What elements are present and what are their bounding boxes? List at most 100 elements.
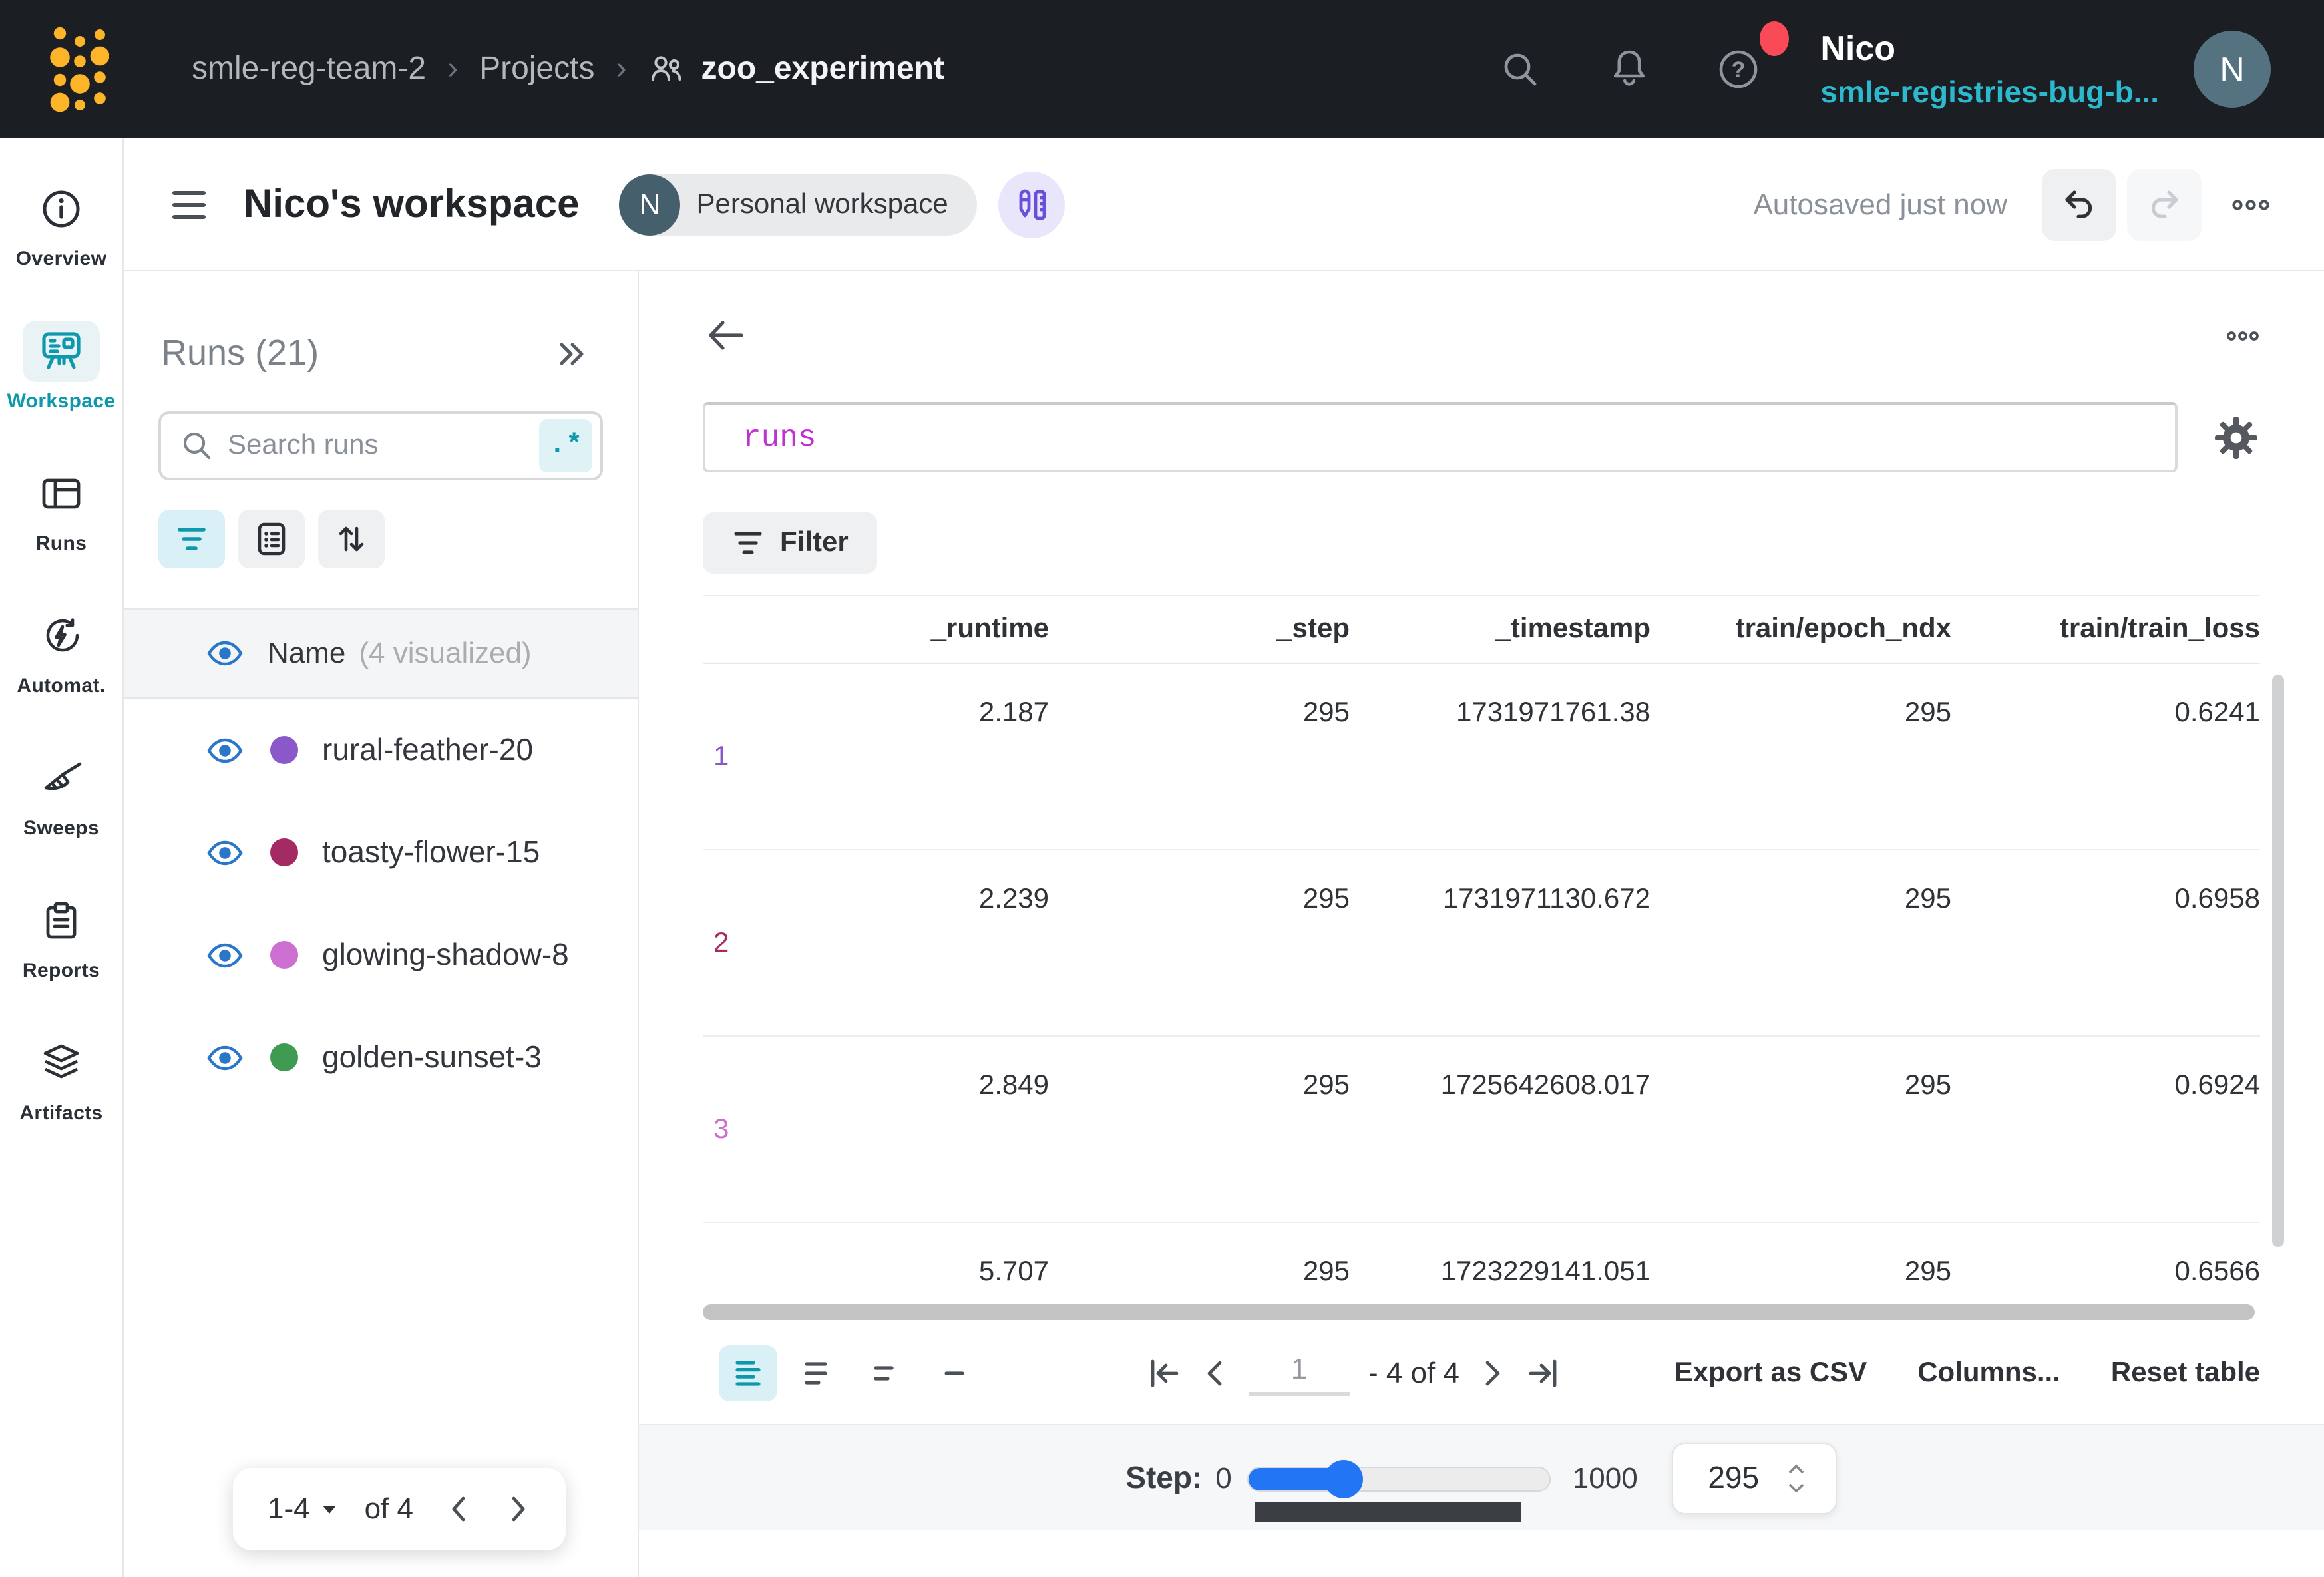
eye-icon[interactable]: [206, 839, 244, 866]
filter-lines-icon: [732, 528, 764, 558]
row-index[interactable]: 1: [703, 664, 788, 849]
table-overflow-menu-icon[interactable]: [2226, 328, 2260, 343]
regex-toggle-button[interactable]: .*: [539, 419, 592, 472]
sidebar-item-runs[interactable]: Runs: [23, 463, 100, 555]
column-header-timestamp[interactable]: _timestamp: [1350, 613, 1650, 645]
sidebar-item-automations[interactable]: Automat.: [17, 606, 105, 697]
reset-table-button[interactable]: Reset table: [2111, 1357, 2260, 1389]
row-index[interactable]: 3: [703, 1037, 788, 1222]
eye-icon[interactable]: [206, 1044, 244, 1071]
run-name[interactable]: golden-sunset-3: [322, 1039, 542, 1075]
slider-track[interactable]: [1248, 1466, 1551, 1491]
column-header-step[interactable]: _step: [1049, 613, 1350, 645]
breadcrumb-projects[interactable]: Projects: [479, 51, 594, 88]
help-icon[interactable]: ?: [1700, 32, 1775, 106]
cell-step: 295: [1049, 850, 1350, 1035]
panel-menu-icon[interactable]: [161, 175, 220, 234]
workspace-title: Nico's workspace: [244, 182, 580, 227]
breadcrumb: smle-reg-team-2 › Projects › zoo_experim…: [192, 51, 944, 88]
runs-data-table: _runtime _step _timestamp train/epoch_nd…: [703, 595, 2260, 1320]
undo-button[interactable]: [2042, 168, 2116, 240]
table-pagination: - 4 of 4: [1145, 1351, 1563, 1395]
step-label: Step:: [1125, 1460, 1202, 1496]
eye-icon[interactable]: [206, 640, 244, 667]
slider-handle[interactable]: [1325, 1459, 1364, 1498]
row-index[interactable]: 2: [703, 850, 788, 1035]
export-csv-button[interactable]: Export as CSV: [1674, 1357, 1867, 1389]
runs-sidebar-panel: Runs (21): [124, 271, 639, 1577]
runs-filter-button[interactable]: [158, 510, 225, 568]
run-list-item[interactable]: glowing-shadow-8: [124, 904, 638, 1006]
row-index[interactable]: 4: [703, 1223, 788, 1294]
row-height-sm-button[interactable]: [926, 1345, 985, 1401]
run-list-item[interactable]: rural-feather-20: [124, 699, 638, 801]
user-block: Nico smle-registries-bug-b...: [1820, 27, 2159, 112]
run-list-item[interactable]: golden-sunset-3: [124, 1006, 638, 1109]
next-page-icon[interactable]: [1478, 1356, 1507, 1391]
eye-icon[interactable]: [206, 942, 244, 968]
column-header-train-loss[interactable]: train/train_loss: [1951, 613, 2260, 645]
runs-display-settings-button[interactable]: [238, 510, 305, 568]
horizontal-scrollbar[interactable]: [703, 1304, 2255, 1320]
pencil-ruler-icon: [1014, 186, 1051, 223]
run-name[interactable]: rural-feather-20: [322, 732, 533, 768]
wandb-logo[interactable]: [48, 17, 109, 121]
row-height-xl-button[interactable]: [719, 1345, 777, 1401]
eye-icon[interactable]: [206, 737, 244, 763]
table-row[interactable]: 4 5.707 295 1723229141.051 295 0.6566: [703, 1223, 2260, 1294]
table-row[interactable]: 2 2.239 295 1731971130.672 295 0.6958: [703, 850, 2260, 1037]
stepper-up-icon[interactable]: [1788, 1463, 1806, 1474]
prev-page-icon[interactable]: [445, 1493, 472, 1525]
prev-page-icon[interactable]: [1201, 1356, 1230, 1391]
last-page-icon[interactable]: [1526, 1355, 1563, 1392]
sidebar-item-artifacts[interactable]: Artifacts: [19, 1033, 102, 1125]
filter-button[interactable]: Filter: [703, 512, 878, 574]
runs-pagination-card: 1-4 of 4: [233, 1468, 565, 1550]
breadcrumb-project-name: zoo_experiment: [701, 51, 944, 88]
gear-icon[interactable]: [2212, 413, 2260, 461]
cell-step: 295: [1049, 1037, 1350, 1222]
step-value-input[interactable]: [1684, 1460, 1783, 1496]
notifications-bell-icon[interactable]: [1591, 32, 1666, 106]
run-name[interactable]: toasty-flower-15: [322, 834, 540, 870]
redo-button[interactable]: [2127, 168, 2202, 240]
breadcrumb-project[interactable]: zoo_experiment: [648, 51, 944, 88]
notification-badge: [1759, 21, 1788, 56]
row-height-lg-button[interactable]: [788, 1345, 847, 1401]
table-row[interactable]: 3 2.849 295 1725642608.017 295 0.6924: [703, 1037, 2260, 1223]
run-name[interactable]: glowing-shadow-8: [322, 937, 569, 973]
runs-sort-button[interactable]: [318, 510, 385, 568]
row-height-md-button[interactable]: [857, 1345, 916, 1401]
back-arrow-icon[interactable]: [703, 314, 748, 357]
search-runs-input[interactable]: [228, 430, 539, 462]
artifacts-layers-icon: [23, 1033, 100, 1094]
vertical-scrollbar[interactable]: [2272, 675, 2284, 1247]
first-page-icon[interactable]: [1145, 1355, 1182, 1392]
sidebar-item-workspace[interactable]: Workspace: [7, 321, 115, 413]
user-name: Nico: [1820, 27, 2159, 71]
stepper-down-icon[interactable]: [1788, 1482, 1806, 1492]
column-header-epoch[interactable]: train/epoch_ndx: [1650, 613, 1951, 645]
user-org-link[interactable]: smle-registries-bug-b...: [1820, 73, 2159, 112]
table-header-row: _runtime _step _timestamp train/epoch_nd…: [703, 595, 2260, 664]
workspace-badge[interactable]: N Personal workspace: [620, 174, 978, 235]
column-header-runtime[interactable]: _runtime: [788, 613, 1049, 645]
sidebar-item-sweeps[interactable]: Sweeps: [23, 748, 100, 840]
runs-page-range-dropdown[interactable]: 1-4: [268, 1492, 338, 1526]
run-list-item[interactable]: toasty-flower-15: [124, 801, 638, 904]
breadcrumb-separator: ›: [616, 51, 627, 88]
search-icon[interactable]: [1482, 32, 1557, 106]
breadcrumb-team[interactable]: smle-reg-team-2: [192, 51, 426, 88]
collapse-panel-icon[interactable]: [552, 335, 590, 372]
avatar[interactable]: N: [2194, 31, 2271, 108]
columns-button[interactable]: Columns...: [1917, 1357, 2060, 1389]
table-row[interactable]: 1 2.187 295 1731971761.38 295 0.6241: [703, 664, 2260, 850]
next-page-icon[interactable]: [504, 1493, 530, 1525]
query-expression-input[interactable]: [703, 402, 2178, 472]
sidebar-item-overview[interactable]: Overview: [16, 178, 107, 270]
sidebar-item-reports[interactable]: Reports: [23, 890, 100, 982]
slider-scrubber-bar[interactable]: [1256, 1502, 1522, 1522]
page-number-input[interactable]: [1249, 1351, 1350, 1395]
customize-workspace-button[interactable]: [999, 171, 1065, 238]
workspace-overflow-menu-icon[interactable]: [2231, 196, 2271, 212]
